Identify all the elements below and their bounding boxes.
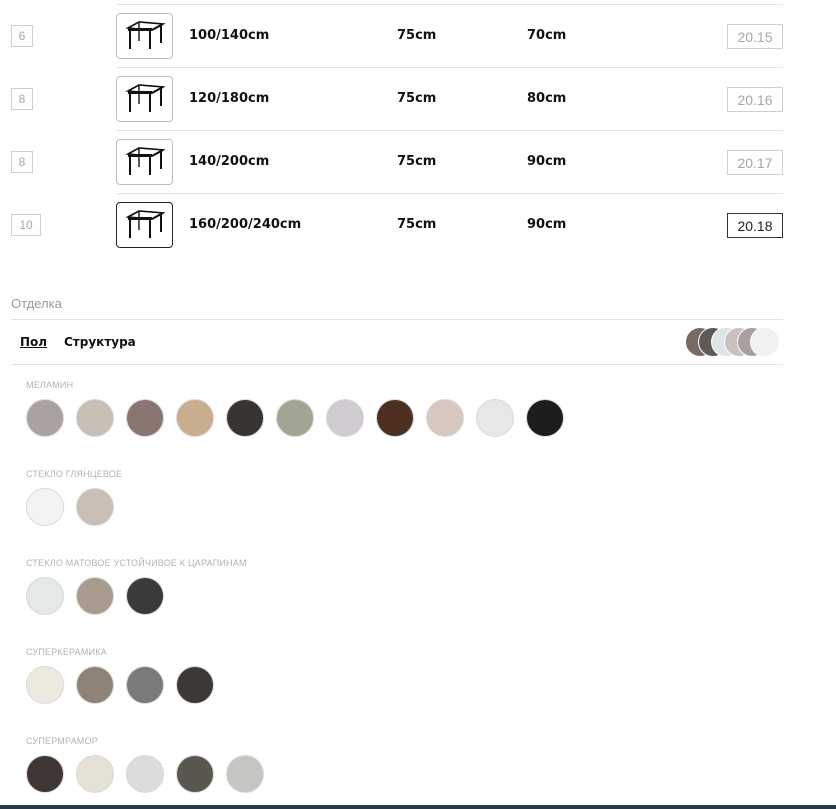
table-thumbnail[interactable] [116,76,173,122]
finish-swatch[interactable] [126,399,164,437]
finish-swatch[interactable] [126,755,164,793]
finish-swatch[interactable] [26,666,64,704]
table-icon [124,210,166,238]
tab-floor[interactable]: Пол [20,335,47,349]
table-thumbnail[interactable] [116,202,173,248]
finish-group-label: СТЕКЛО ГЛЯНЦЕВОЕ [26,469,123,479]
finish-swatch[interactable] [126,577,164,615]
finish-swatch[interactable] [326,399,364,437]
finish-swatch[interactable] [276,399,314,437]
finish-swatch[interactable] [526,399,564,437]
finish-swatch[interactable] [376,399,414,437]
table-row[interactable]: 6 100/140cm 75cm 70cm 20.15 [0,5,836,68]
model-code-button[interactable]: 20.15 [727,24,783,49]
size-cell: 160/200/240cm [189,217,302,232]
finish-swatch[interactable] [126,666,164,704]
finish-swatch[interactable] [26,755,64,793]
model-code-button[interactable]: 20.16 [727,87,783,112]
finish-swatch[interactable] [76,755,114,793]
table-row[interactable]: 10 160/200/240cm 75cm 90cm 20.18 [0,194,836,257]
depth-cell: 90cm [527,217,567,232]
seats-badge: 10 [11,214,41,236]
tab-structure[interactable]: Структура [64,335,136,349]
finish-swatch[interactable] [76,399,114,437]
finish-group-label: СТЕКЛО МАТОВОЕ УСТОЙЧИВОЕ К ЦАРАПИНАМ [26,558,247,568]
finish-swatch[interactable] [226,755,264,793]
divider [11,319,783,320]
table-icon [124,147,166,175]
table-icon [124,84,166,112]
finish-swatch[interactable] [226,399,264,437]
finish-swatch[interactable] [76,488,114,526]
finish-swatch[interactable] [76,666,114,704]
seats-badge: 8 [11,151,33,173]
finish-swatch[interactable] [476,399,514,437]
finish-swatch[interactable] [26,488,64,526]
height-cell: 75cm [397,217,437,232]
depth-cell: 80cm [527,91,567,106]
finish-preview-swatch [750,327,780,357]
finish-swatch[interactable] [176,666,214,704]
finish-swatch[interactable] [26,399,64,437]
table-thumbnail[interactable] [116,13,173,59]
height-cell: 75cm [397,91,437,106]
finish-title: Отделка [11,296,62,311]
bottom-bar [0,805,836,809]
table-thumbnail[interactable] [116,139,173,185]
finish-swatch[interactable] [26,577,64,615]
finish-swatch[interactable] [176,399,214,437]
divider [11,364,783,365]
depth-cell: 70cm [527,28,567,43]
finish-group-label: СУПЕРКЕРАМИКА [26,647,107,657]
depth-cell: 90cm [527,154,567,169]
seats-badge: 6 [11,25,33,47]
table-row[interactable]: 8 120/180cm 75cm 80cm 20.16 [0,68,836,131]
finish-group-label: СУПЕРМРАМОР [26,736,98,746]
size-cell: 120/180cm [189,91,270,106]
height-cell: 75cm [397,28,437,43]
size-cell: 100/140cm [189,28,270,43]
height-cell: 75cm [397,154,437,169]
model-code-button[interactable]: 20.17 [727,150,783,175]
finish-swatch[interactable] [426,399,464,437]
model-code-button[interactable]: 20.18 [727,213,783,238]
seats-badge: 8 [11,88,33,110]
finish-swatch[interactable] [76,577,114,615]
finish-group-label: МЕЛАМИН [26,380,74,390]
table-row[interactable]: 8 140/200cm 75cm 90cm 20.17 [0,131,836,194]
finish-swatch[interactable] [176,755,214,793]
finish-preview-stack [685,327,785,357]
size-cell: 140/200cm [189,154,270,169]
table-icon [124,21,166,49]
